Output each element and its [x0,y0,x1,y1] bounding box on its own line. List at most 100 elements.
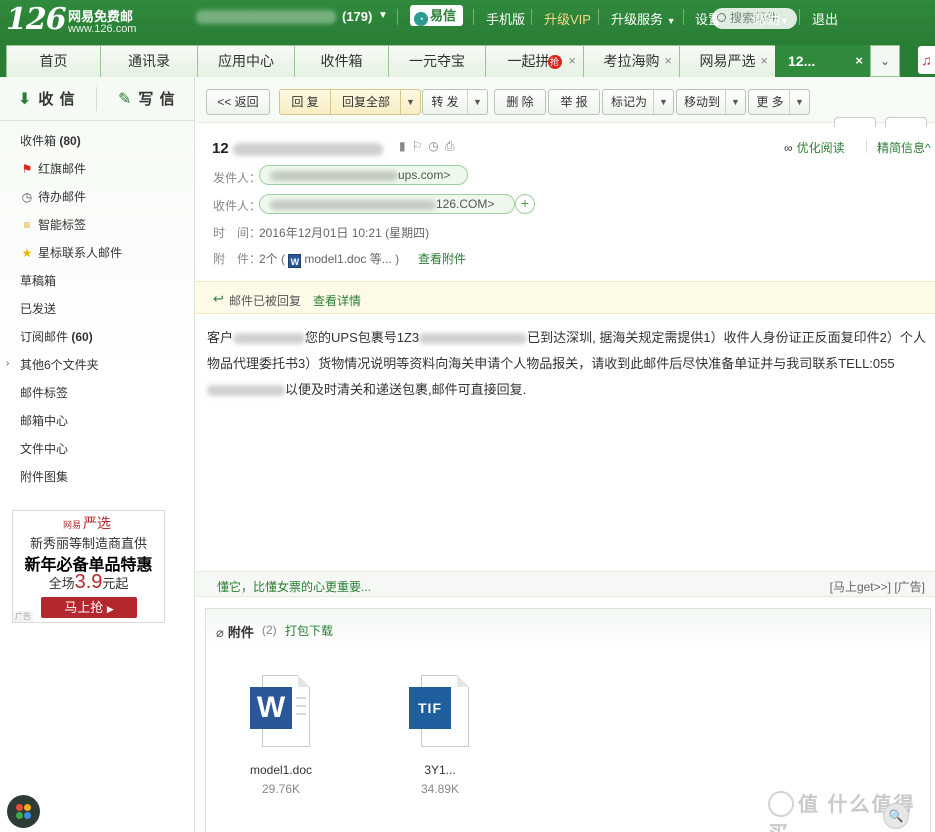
mobile-link[interactable]: 手机版 [486,9,525,28]
sidebar-item-drafts[interactable]: 草稿箱 [20,272,56,289]
unread-count[interactable]: (179) [342,9,372,24]
chevron-down-icon[interactable]: ▼ [378,10,388,21]
report-button[interactable]: 举 报 [548,89,600,115]
mail-subject: 12 [212,140,383,157]
sidebar-item-sent[interactable]: 已发送 [20,300,56,317]
chevron-right-icon[interactable]: › [6,358,9,369]
tab-current-mail[interactable]: 12... × [775,45,871,77]
sidebar-item-mailbox-center[interactable]: 邮箱中心 [20,412,68,429]
body-text: 您的UPS包裹号1Z3 [305,330,420,345]
subject-actions: ▮⚐◷⎙ [399,139,460,154]
sidebar-item-flagged[interactable]: ⚑ 红旗邮件 [20,160,86,177]
reply-icon: ↩ [213,291,224,306]
sidebar-item-file-center[interactable]: 文件中心 [20,440,68,457]
tab-yanxuan[interactable]: 网易严选 × [679,45,776,77]
logout-link[interactable]: 退出 [812,9,838,28]
sidebar-item-attachment-gallery[interactable]: 附件图集 [20,468,68,485]
clock-icon[interactable]: ◷ [428,139,444,153]
sidebar-item-todo[interactable]: ◷ 待办邮件 [20,188,86,205]
apps-dot [24,804,31,811]
forward-button[interactable]: 转 发 [423,90,467,114]
yixin-button[interactable]: ◔ 易信 [410,5,463,26]
body-text: 以便及时清关和递送包裹,邮件可直接回复. [285,382,527,397]
apps-icon[interactable] [7,795,40,828]
tab-contacts[interactable]: 通讯录 [100,45,198,77]
attachment-item[interactable]: TIF 3Y1... 34.89K [390,673,490,796]
mark-as-button[interactable]: 标记为 ▼ [602,89,674,115]
attachment-item[interactable]: W model1.doc 29.76K [231,673,331,796]
ad-line1: 新秀丽等制造商直供 [29,536,147,551]
back-label: 返回 [234,95,259,109]
apps-dot [24,812,31,819]
sidebar-item-mail-tags[interactable]: 邮件标签 [20,384,68,401]
sender-pill[interactable]: ups.com> [259,165,468,185]
nav-next-button[interactable] [885,117,927,127]
sidebar-item-subscriptions[interactable]: 订阅邮件 (60) [20,328,93,345]
reply-button[interactable]: 回 复 [280,90,330,114]
move-to-button[interactable]: 移动到 ▼ [676,89,746,115]
close-icon[interactable]: × [760,46,768,76]
zoom-icon[interactable]: 🔍 [883,803,909,829]
sidebar-item-smart-tags[interactable]: ≡ 智能标签 [20,216,86,233]
add-contact-button[interactable]: + [515,194,535,214]
nav-prev-button[interactable] [834,117,876,127]
receive-button[interactable]: ⬇ 收 信 [18,88,76,109]
tab-current-label: 12... [788,53,816,69]
tabs-more-button[interactable]: ⌄ [870,45,900,77]
replied-detail-link[interactable]: 查看详情 [313,292,361,309]
tab-strip: 首页 通讯录 应用中心 收件箱 一元夺宝 一起拼抢 × 考拉海购 × 网易严选 × 1… [0,43,935,77]
file-size: 34.89K [420,782,460,796]
tab-yanxuan-label: 网易严选 [699,53,756,69]
account-name[interactable] [196,10,336,24]
optimize-reading-link[interactable]: ∞ 优化阅读 [784,139,845,156]
ad-get-link[interactable]: [马上get>>] [830,580,891,594]
recipient-pill[interactable]: 126.COM> [259,194,515,214]
upgrade-service-link[interactable]: 升级服务 ▼ [611,9,676,28]
search-icon [717,13,726,22]
print-icon[interactable]: ⎙ [445,139,461,153]
compose-button[interactable]: ✎ 写 信 [118,88,176,109]
tab-app-center[interactable]: 应用中心 [197,45,295,77]
mail-toolbar: << 返回 回 复 回复全部 ▼ 转 发 ▼ 删 除 举 报 标记为 ▼ 移动到 ▼… [196,77,935,127]
tab-one-yuan[interactable]: 一元夺宝 [388,45,486,77]
chevron-down-icon: ▼ [780,16,789,26]
tab-inbox[interactable]: 收件箱 [294,45,389,77]
help-link[interactable]: 帮助▼ [754,9,789,28]
close-icon[interactable]: × [855,46,863,76]
attachments-count: (2) [262,623,277,637]
brief-info-toggle[interactable]: 精简信息^ [877,139,931,156]
sidebar-item-other-folders[interactable]: 其他6个文件夹 [20,356,99,373]
tab-pin[interactable]: 一起拼抢 × [485,45,584,77]
forward-dropdown[interactable]: ▼ [467,90,487,114]
receive-label: 收 信 [38,91,76,108]
back-button[interactable]: << 返回 [206,89,270,115]
ad-text-link[interactable]: 懂它，比懂女票的心更重要... [217,578,371,595]
divider [866,139,867,153]
reply-dropdown[interactable]: ▼ [400,90,420,114]
view-attachments-link[interactable]: 查看附件 [418,250,466,267]
sidebar-item-starred-contacts[interactable]: ★ 星标联系人邮件 [20,244,122,261]
more-button[interactable]: 更 多 ▼ [748,89,810,115]
close-icon[interactable]: × [664,46,672,76]
sidebar-ad[interactable]: 网易 严选 新秀丽等制造商直供 新年必备单品特惠 全场3.9元起 马上抢 ▶ 广告 [12,510,165,623]
tab-home[interactable]: 首页 [6,45,101,77]
ad-buy-button[interactable]: 马上抢 ▶ [41,597,137,618]
delete-button[interactable]: 删 除 [494,89,546,115]
reply-all-button[interactable]: 回复全部 [331,90,401,114]
upgrade-vip-link[interactable]: 升级VIP [544,9,591,28]
yixin-label: 易信 [430,8,457,23]
logo[interactable]: 126 [6,2,67,37]
sidebar-item-inbox[interactable]: 收件箱 (80) [20,132,81,149]
tab-kaola[interactable]: 考拉海购 × [583,45,680,77]
close-icon[interactable]: × [568,46,576,76]
folder-label: 智能标签 [38,218,87,232]
flag-icon[interactable]: ⚐ [412,139,429,153]
chevron-down-icon: ▼ [666,16,676,26]
ad-price: 3.9 [74,571,103,593]
bookmark-icon[interactable]: ▮ [399,139,412,153]
paperclip-icon: ⌀ [216,625,224,640]
attachments-title: ⌀ 附件 [216,622,254,641]
music-icon[interactable]: ♫ [918,46,935,74]
download-all-link[interactable]: 打包下载 [285,622,333,639]
more-label: 更 多 [756,95,784,109]
